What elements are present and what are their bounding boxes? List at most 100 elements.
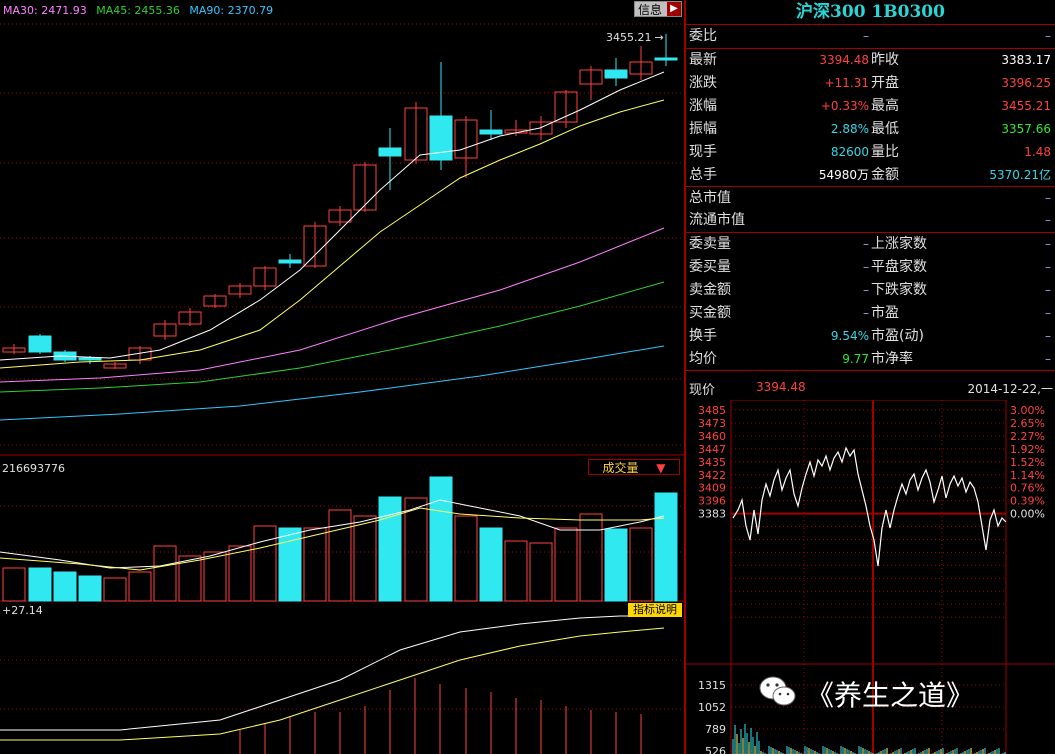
volume-bar: [253, 525, 277, 602]
field-label: 换手: [689, 328, 717, 344]
percent-tick-label: 2.60%: [1010, 598, 1045, 611]
quote-row: 涨幅 +0.33% 最高 3455.21: [686, 95, 1055, 118]
percent-tick-label: 1.92%: [1010, 443, 1045, 456]
info-button-label: 信息: [638, 3, 663, 17]
intraday-price: 3394.48: [756, 380, 806, 394]
volume-bar: [353, 515, 377, 602]
percent-tick-label: 0.76%: [1010, 482, 1045, 495]
percent-tick-label: 1.47%: [1010, 559, 1045, 572]
field-value: –: [1045, 306, 1051, 320]
volume-bar: [554, 527, 578, 602]
field-value: –: [863, 283, 869, 297]
volume-bar: [504, 540, 528, 602]
field-label: 现手: [689, 144, 717, 160]
field-value: 9.77: [842, 352, 869, 366]
quote-row: 现手 82600 量比 1.48: [686, 141, 1055, 164]
volume-bar: [28, 567, 52, 602]
field-value: –: [863, 237, 869, 251]
field-label: 涨跌: [689, 75, 717, 91]
indicator-value: +27.14: [2, 604, 43, 617]
volume-bar: [53, 571, 77, 602]
price-tick-label: 3282: [698, 611, 726, 624]
volume-bar: [78, 575, 102, 602]
field-value: –: [1045, 329, 1051, 343]
field-label: 委买量: [689, 259, 731, 275]
price-tick-label: 3321: [698, 572, 726, 585]
field-label: 均价: [689, 351, 717, 367]
field-value: –: [863, 260, 869, 274]
info-button[interactable]: 信息 ▶: [634, 1, 682, 17]
field-label: 昨收: [871, 52, 899, 68]
volume-bar: [103, 577, 127, 602]
price-tick-label: 3333: [698, 559, 726, 572]
field-value: +11.31: [824, 76, 869, 90]
price-tick-label: 3447: [698, 443, 726, 456]
dropdown-arrow-icon: ▼: [656, 461, 666, 475]
field-label: 上涨家数: [871, 236, 927, 252]
field-label: 市盈: [871, 305, 899, 321]
volume-bar: [203, 551, 227, 602]
security-title: 沪深300 1B0300: [686, 0, 1055, 25]
price-tick-label: 3396: [698, 495, 726, 508]
field-label: 买金额: [689, 305, 731, 321]
price-tick-label: 3346: [698, 546, 726, 559]
field-label: 委卖量: [689, 236, 731, 252]
quote-row: 涨跌 +11.31 开盘 3396.25: [686, 72, 1055, 95]
divider: [686, 370, 1055, 371]
percent-tick-label: 2.27%: [1010, 430, 1045, 443]
field-value: 54980万: [818, 168, 869, 182]
quote-panel: 沪深300 1B0300 委比 – – 最新 3394.48 昨收 3383.17 涨跌…: [684, 0, 1055, 754]
field-label: 最新: [689, 52, 717, 68]
field-label: 流通市值: [689, 212, 745, 228]
field-value: –: [1045, 283, 1051, 297]
quote-row: 总手 54980万 金额 5370.21亿: [686, 164, 1055, 187]
price-tick-label: 3460: [698, 430, 726, 443]
field-value: 3394.48: [819, 53, 869, 67]
intraday-price-label: 现价: [689, 383, 716, 398]
volume-bar: [429, 476, 453, 602]
volume-value: 216693776: [2, 462, 65, 475]
quote-row: 委卖量 – 上涨家数 –: [686, 233, 1055, 256]
candle-body: [654, 57, 678, 61]
volume-bar: [2, 567, 26, 602]
field-label: 最高: [871, 98, 899, 114]
volume-tick-label: 1052: [698, 701, 726, 714]
volume-tick-label: 1315: [698, 679, 726, 692]
indicator-help-button[interactable]: 指标说明: [628, 603, 682, 617]
field-label: 下跌家数: [871, 282, 927, 298]
ma90-label: MA90: 2370.79: [189, 4, 274, 17]
volume-button-label: 成交量: [602, 461, 639, 475]
quote-row: 换手 9.54% 市盈(动) –: [686, 325, 1055, 348]
field-label: 总手: [689, 167, 717, 183]
volume-ma10-line: [0, 507, 665, 571]
volume-bar: [128, 571, 152, 602]
volume-bar: [654, 492, 678, 602]
volume-indicator-button[interactable]: 成交量 ▼: [588, 459, 680, 475]
ma10-line: [0, 99, 665, 369]
field-label: 开盘: [871, 75, 899, 91]
weibi-row: 委比 – –: [686, 25, 1055, 48]
price-tick-label: 3359: [698, 534, 726, 547]
field-value: 3357.66: [1001, 122, 1051, 136]
field-label: 卖金额: [689, 282, 731, 298]
field-label: 涨幅: [689, 98, 717, 114]
field-value: 1.48: [1024, 145, 1051, 159]
field-value: –: [1045, 260, 1051, 274]
kline-panel[interactable]: MA30: 2471.93 MA45: 2455.36 MA90: 2370.7…: [0, 0, 684, 754]
field-value: 2.88%: [830, 122, 869, 136]
ma5-line: [0, 71, 665, 361]
percent-tick-label: 0.34%: [1010, 521, 1045, 534]
field-value: +0.33%: [820, 99, 869, 113]
volume-tick-label: 526: [705, 745, 726, 754]
field-value: –: [1045, 352, 1051, 366]
intraday-price-line: [732, 446, 1007, 567]
price-tick-label: 3372: [698, 521, 726, 534]
candle-body: [278, 259, 302, 264]
price-tick-label: 3383: [698, 508, 726, 521]
intraday-date: 2014-12-22,一: [967, 382, 1053, 396]
field-value: 5370.21亿: [989, 168, 1051, 182]
field-value: –: [1045, 237, 1051, 251]
quote-row: 均价 9.77 市净率 –: [686, 348, 1055, 371]
candlestick-chart[interactable]: [0, 0, 684, 754]
volume-bar: [604, 528, 628, 602]
